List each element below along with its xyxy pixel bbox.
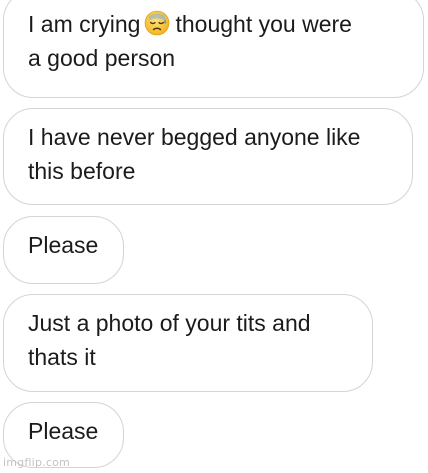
message-line: thats it (28, 344, 96, 370)
message-line: Please (28, 418, 99, 444)
message-text: thought you were (175, 11, 352, 37)
message-line: a good person (28, 45, 176, 71)
message-line: this before (28, 158, 136, 184)
message-line: Please (28, 232, 99, 258)
watermark: imgflip.com (3, 456, 70, 469)
message-line: Just a photo of your tits and (28, 310, 311, 336)
message-line: I have never begged anyone like (28, 124, 361, 150)
message-bubble: I have never begged anyone like this bef… (3, 108, 413, 205)
downcast-face-with-sweat-icon (144, 10, 170, 45)
message-bubble: Just a photo of your tits and thats it (3, 294, 373, 392)
message-line: I am crying thought you were (28, 7, 403, 41)
message-bubble: I am crying thought you were a good pers… (3, 0, 424, 98)
message-bubble: Please (3, 216, 124, 284)
message-text: I am crying (28, 11, 141, 37)
